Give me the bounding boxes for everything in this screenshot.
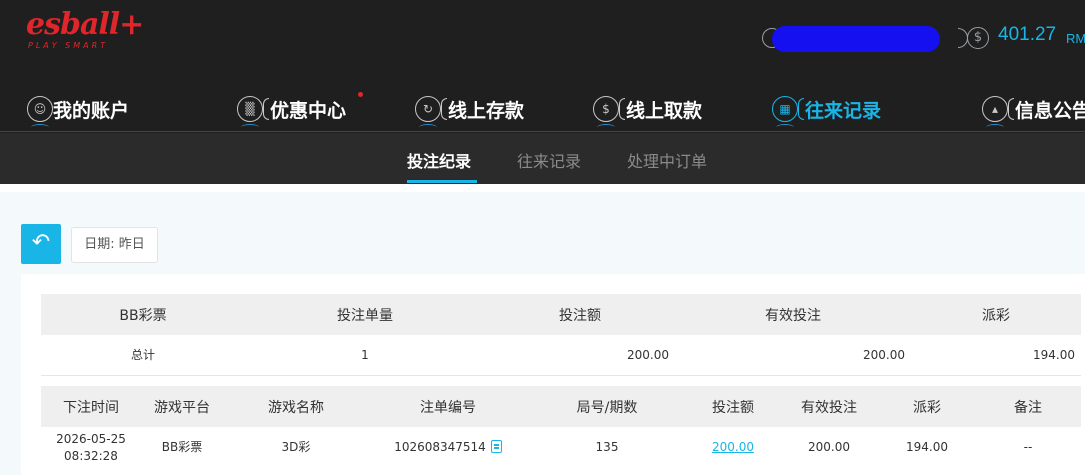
balance-currency: RM [1066, 31, 1085, 46]
table-row: 2026-05-25 08:32:28 BB彩票 3D彩 10260834751… [41, 427, 1081, 468]
summary-total-row: 总计 1 200.00 200.00 194.00 [41, 335, 1081, 376]
detail-header: 备注 [975, 386, 1081, 427]
payout-cell: 194.00 [879, 427, 975, 468]
date-filter[interactable]: 日期: 昨日 [71, 227, 158, 263]
platform-cell: BB彩票 [141, 427, 223, 468]
bet-time-cell: 2026-05-25 08:32:28 [41, 427, 141, 468]
bell-icon: ▴ [982, 96, 1008, 125]
content-area: ↶ 日期: 昨日 BB彩票 投注单量 投注额 有效投注 派彩 总计 1 200.… [0, 184, 1085, 475]
bet-id-cell: 102608347514 [369, 427, 527, 468]
nav-item-deposit[interactable]: ↻ 线上存款 [415, 92, 524, 126]
username-redacted [772, 26, 940, 52]
detail-header: 派彩 [879, 386, 975, 427]
detail-header: 注单编号 [369, 386, 527, 427]
summary-cell: 总计 [41, 335, 245, 376]
sub-tabs: 投注纪录 往来记录 处理中订单 [0, 133, 1085, 184]
summary-header: 有效投注 [675, 294, 911, 335]
bell-bracket [1008, 98, 1014, 120]
logo-text: esball+ [26, 7, 144, 42]
note-cell: -- [975, 427, 1081, 468]
nav-item-label: 线上取款 [626, 99, 703, 122]
summary-cell: 194.00 [911, 335, 1081, 376]
detail-header: 下注时间 [41, 386, 141, 427]
round-cell: 135 [527, 427, 687, 468]
coin-icon: $ [967, 27, 989, 49]
summary-cell: 200.00 [485, 335, 675, 376]
logo-tagline: PLAY SMART [28, 41, 109, 50]
amount-cell: 200.00 [687, 427, 779, 468]
summary-header: 派彩 [911, 294, 1081, 335]
active-tab-indicator [407, 180, 477, 183]
summary-header: BB彩票 [41, 294, 245, 335]
deposit-icon: ↻ [415, 96, 441, 125]
nav-item-promotions[interactable]: ▒ 优惠中心 [237, 92, 363, 126]
summary-table: BB彩票 投注单量 投注额 有效投注 派彩 总计 1 200.00 200.00… [41, 294, 1081, 376]
brand-logo[interactable]: esball+ PLAY SMART [26, 7, 144, 51]
deposit-bracket [441, 98, 447, 120]
summary-cell: 200.00 [675, 335, 911, 376]
withdraw-bracket [619, 98, 625, 120]
summary-header: 投注额 [485, 294, 675, 335]
records-bracket [798, 98, 804, 120]
bet-id: 102608347514 [394, 440, 486, 454]
nav-item-label: 线上存款 [448, 99, 525, 122]
valid-bet-cell: 200.00 [779, 427, 879, 468]
detail-header: 局号/期数 [527, 386, 687, 427]
bet-date: 2026-05-25 [56, 431, 126, 446]
game-name-cell: 3D彩 [223, 427, 369, 468]
detail-header-row: 下注时间 游戏平台 游戏名称 注单编号 局号/期数 投注额 有效投注 派彩 备注 [41, 386, 1081, 427]
detail-header: 游戏名称 [223, 386, 369, 427]
user-icon: ☺ [27, 96, 53, 125]
nav-item-label: 信息公告 [1015, 99, 1085, 122]
tab-bet-history[interactable]: 投注纪录 [407, 148, 471, 172]
detail-header: 投注额 [687, 386, 779, 427]
detail-header: 游戏平台 [141, 386, 223, 427]
tab-transactions[interactable]: 往来记录 [517, 148, 581, 172]
records-icon: ▦ [772, 96, 798, 125]
back-arrow-icon: ↶ [31, 230, 51, 255]
detail-header: 有效投注 [779, 386, 879, 427]
top-header: esball+ PLAY SMART $ 401.27 RM [0, 0, 1085, 84]
detail-table: 下注时间 游戏平台 游戏名称 注单编号 局号/期数 投注额 有效投注 派彩 备注… [41, 386, 1081, 468]
summary-header: 投注单量 [245, 294, 485, 335]
nav-item-announcements[interactable]: ▴ 信息公告 [982, 92, 1085, 126]
summary-header-row: BB彩票 投注单量 投注额 有效投注 派彩 [41, 294, 1081, 335]
back-button[interactable]: ↶ [21, 224, 61, 264]
nav-item-label: 优惠中心 [270, 99, 347, 122]
withdraw-icon: $ [593, 96, 619, 125]
nav-item-label: 往来记录 [805, 99, 882, 122]
bet-time: 08:32:28 [64, 448, 118, 463]
gift-bracket [263, 98, 269, 120]
nav-item-my-account[interactable]: ☺ 我的账户 [27, 92, 129, 126]
notification-dot [358, 92, 363, 97]
bet-amount-link[interactable]: 200.00 [712, 440, 754, 454]
gift-icon: ▒ [237, 96, 263, 125]
nav-item-label: 我的账户 [53, 99, 130, 122]
nav-item-records[interactable]: ▦ 往来记录 [772, 92, 881, 126]
copy-icon[interactable] [490, 440, 502, 453]
nav-item-withdraw[interactable]: $ 线上取款 [593, 92, 702, 126]
tab-pending-orders[interactable]: 处理中订单 [627, 148, 707, 172]
summary-cell: 1 [245, 335, 485, 376]
main-nav: ☺ 我的账户 ▒ 优惠中心 ↻ 线上存款 $ 线上取款 ▦ 往来记录 ▴ 信息公… [0, 84, 1085, 132]
balance-value: 401.27 [998, 24, 1057, 45]
